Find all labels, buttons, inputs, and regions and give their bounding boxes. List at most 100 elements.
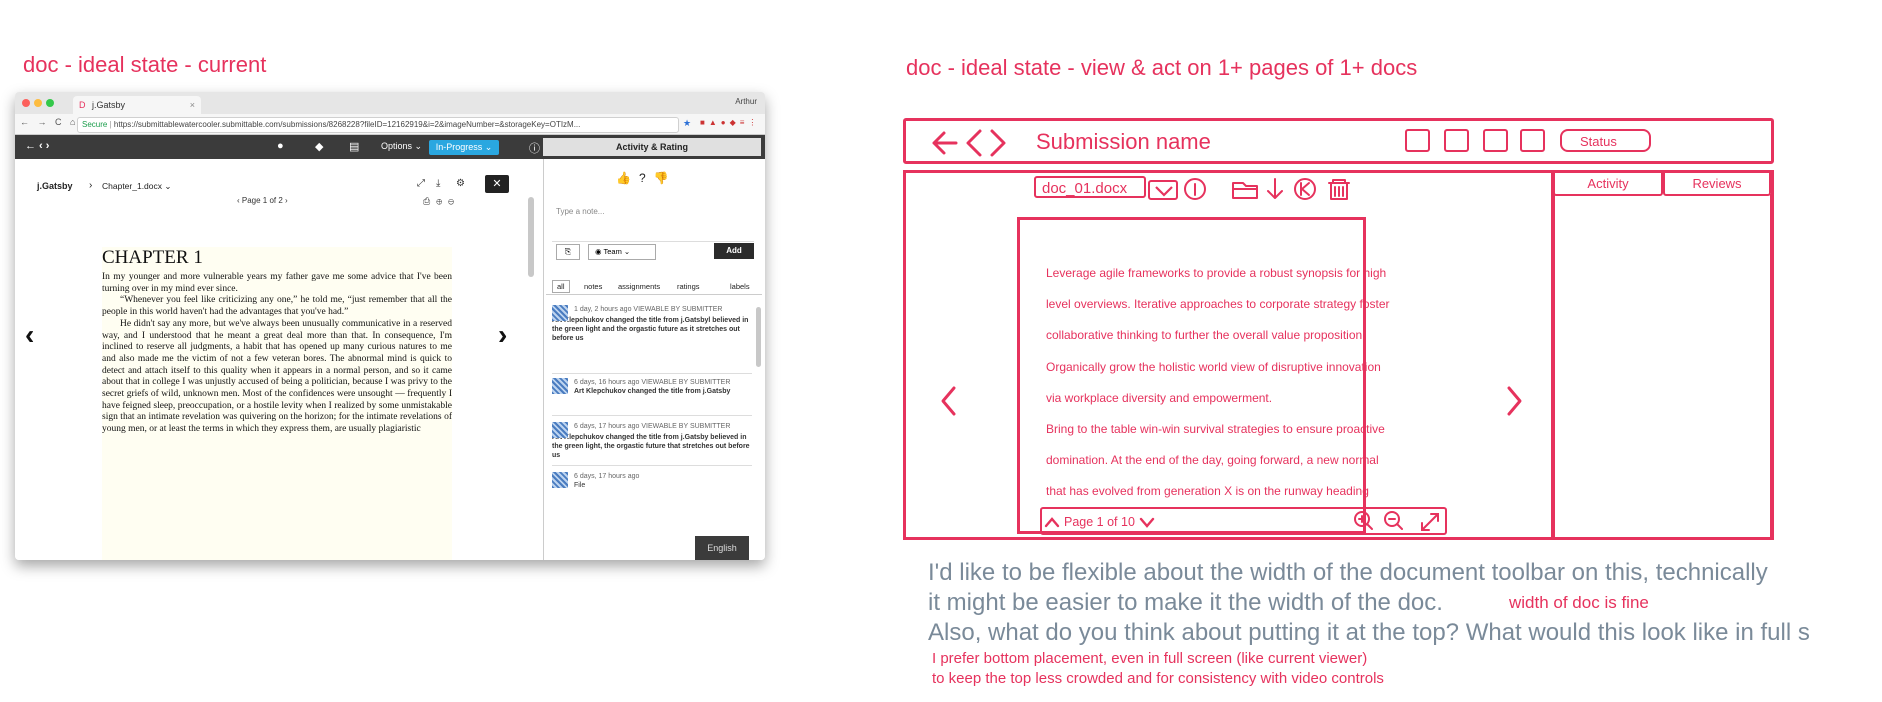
activity-side-panel: 👍?👎 Type a note... ⎘ ◉ Team ⌄ Add all no…	[543, 159, 765, 560]
note-reply-inline: width of doc is fine	[1509, 593, 1649, 612]
maximize-window-icon[interactable]	[46, 99, 54, 107]
previous-icon	[966, 129, 982, 157]
left-section-title: doc - ideal state - current	[23, 52, 267, 77]
options-menu[interactable]: Options ⌄	[381, 141, 422, 152]
tab-favicon-icon: D	[79, 100, 86, 110]
status-dropdown[interactable]: Status	[1560, 129, 1651, 152]
extension-icons[interactable]: ■▲●◆≡⋮	[700, 118, 760, 127]
feed-scrollbar[interactable]	[756, 307, 761, 367]
fullscreen-icon	[1421, 513, 1439, 531]
thumbs-down-icon[interactable]: 👎	[654, 171, 677, 185]
status-dropdown[interactable]: In-Progress ⌄	[429, 140, 499, 155]
document-page: CHAPTER 1 In my younger and more vulnera…	[102, 247, 452, 560]
note-line: I'd like to be flexible about the width …	[928, 559, 1768, 586]
settings-gear-icon[interactable]: ⚙	[456, 178, 465, 189]
document-dropdown-chevron-icon[interactable]	[1148, 180, 1178, 200]
tab-reviews[interactable]: Reviews	[1663, 170, 1771, 196]
breadcrumb-root[interactable]: j.Gatsby	[37, 181, 73, 191]
minimize-window-icon[interactable]	[34, 99, 42, 107]
close-window-icon[interactable]	[22, 99, 30, 107]
document-pane: j.Gatsby › Chapter_1.docx ⌄ ‹ Page 1 of …	[15, 159, 543, 560]
toolbar-placeholder-icon[interactable]	[1483, 129, 1508, 152]
expand-icon[interactable]: ⤢	[417, 178, 425, 189]
note-placeholder: Type a note...	[556, 207, 605, 216]
next-icon	[990, 129, 1006, 157]
filter-tab-assignments[interactable]: assignments	[618, 282, 660, 291]
breadcrumb-separator: ›	[89, 180, 93, 191]
note-input[interactable]: Type a note...	[552, 201, 754, 242]
doc-paragraph: In my younger and more vulnerable years …	[102, 272, 452, 294]
document-action-icons[interactable]	[1180, 176, 1362, 202]
avatar	[552, 378, 568, 394]
next-page-arrow-icon[interactable]: ›	[498, 319, 507, 351]
submission-name: Submission name	[1036, 129, 1211, 154]
note-line: it might be easier to make it the width …	[928, 589, 1443, 616]
toolbar-placeholder-icon[interactable]	[1444, 129, 1469, 152]
visibility-dropdown[interactable]: ◉ Team ⌄	[588, 244, 656, 260]
question-icon[interactable]: ?	[639, 171, 654, 185]
activity-filter-tabs: all notes assignments ratings labels	[546, 278, 762, 295]
page-down-chevron-icon[interactable]	[1138, 514, 1156, 530]
bookmark-star-icon[interactable]: ★	[683, 118, 691, 129]
trash-icon	[1328, 179, 1350, 200]
close-viewer-button[interactable]: ✕	[485, 175, 509, 193]
tab-activity[interactable]: Activity	[1553, 170, 1663, 196]
url-text: https://submittablewatercooler.submittab…	[113, 120, 581, 129]
download-icon[interactable]: ⤓	[436, 178, 440, 189]
info-icon	[1184, 178, 1206, 200]
filter-tab-notes[interactable]: notes	[584, 282, 602, 291]
back-arrow-icon	[932, 131, 958, 155]
add-note-button[interactable]: Add	[714, 243, 754, 259]
activity-feed-item: 6 days, 16 hours ago VIEWABLE BY SUBMITT…	[552, 373, 752, 396]
attach-icon[interactable]: ⎘	[556, 244, 580, 260]
page-up-chevron-icon[interactable]	[1043, 514, 1061, 530]
zoom-controls[interactable]	[1350, 509, 1446, 533]
previous-page-arrow-icon[interactable]: ‹	[25, 319, 34, 351]
avatar	[552, 305, 568, 321]
app-nav-arrows[interactable]: ← ‹ ›	[25, 140, 49, 152]
note-line: Also, what do you think about putting it…	[928, 619, 1810, 646]
doc-paragraph: He didn't say any more, but we've always…	[102, 318, 452, 435]
activity-feed-item: 1 day, 2 hours ago VIEWABLE BY SUBMITTER…	[552, 305, 749, 342]
toolbar-placeholder-icon[interactable]	[1405, 129, 1430, 152]
tag-icon[interactable]: ◆	[315, 140, 323, 153]
user-icon[interactable]: ●	[277, 140, 284, 152]
address-bar[interactable]: Secure | https://submittablewatercooler.…	[77, 117, 679, 133]
avatar	[552, 472, 568, 488]
language-button[interactable]: English	[695, 536, 749, 560]
filter-tab-labels[interactable]: labels	[730, 282, 750, 291]
tab-close-icon[interactable]: ×	[190, 96, 195, 114]
zoom-out-icon	[1384, 511, 1403, 530]
zoom-in-icon	[1354, 511, 1373, 530]
info-icon[interactable]: ⓘ	[529, 140, 540, 156]
note-reply: to keep the top less crowded and for con…	[932, 670, 1384, 687]
page-indicator: Page 1 of 10	[1064, 515, 1135, 529]
current-viewer-screenshot: D j.Gatsby × Arthur ← → C ⌂ Secure | htt…	[15, 92, 765, 560]
secure-label: Secure	[82, 120, 108, 129]
toolbar-placeholder-icon[interactable]	[1520, 129, 1545, 152]
filter-tab-all[interactable]: all	[552, 280, 570, 293]
browser-titlebar: D j.Gatsby × Arthur	[15, 92, 765, 114]
thumbs-up-icon[interactable]: 👍	[616, 171, 639, 185]
activity-feed-item: 6 days, 17 hours ago File	[552, 465, 752, 490]
avatar	[552, 422, 568, 438]
browser-tab[interactable]: D j.Gatsby ×	[73, 96, 201, 114]
page-indicator[interactable]: ‹ Page 1 of 2 ›	[237, 196, 288, 205]
document-scrollbar[interactable]	[528, 197, 534, 277]
document-selector[interactable]: doc_01.docx	[1034, 176, 1146, 198]
previous-page-arrow-icon[interactable]	[938, 384, 960, 418]
file-selector[interactable]: Chapter_1.docx ⌄	[102, 181, 172, 192]
wireframe-nav-icons	[932, 129, 1006, 157]
rating-icons[interactable]: 👍?👎	[616, 171, 677, 185]
print-icon[interactable]: ▤	[349, 140, 359, 153]
activity-rating-header: Activity & Rating	[543, 138, 761, 156]
browser-nav-icons[interactable]: ← → C ⌂	[20, 117, 78, 127]
filter-tab-ratings[interactable]: ratings	[677, 282, 700, 291]
address-row: ← → C ⌂ Secure | https://submittablewate…	[15, 114, 765, 135]
next-page-arrow-icon[interactable]	[1503, 384, 1525, 418]
tab-title: j.Gatsby	[92, 100, 126, 110]
side-panel-frame	[1553, 194, 1772, 540]
print-zoom-icons[interactable]: ⎙⊕⊖	[423, 196, 460, 207]
activity-feed-item: 6 days, 17 hours ago VIEWABLE BY SUBMITT…	[552, 415, 752, 460]
right-section-title: doc - ideal state - view & act on 1+ pag…	[906, 55, 1418, 80]
